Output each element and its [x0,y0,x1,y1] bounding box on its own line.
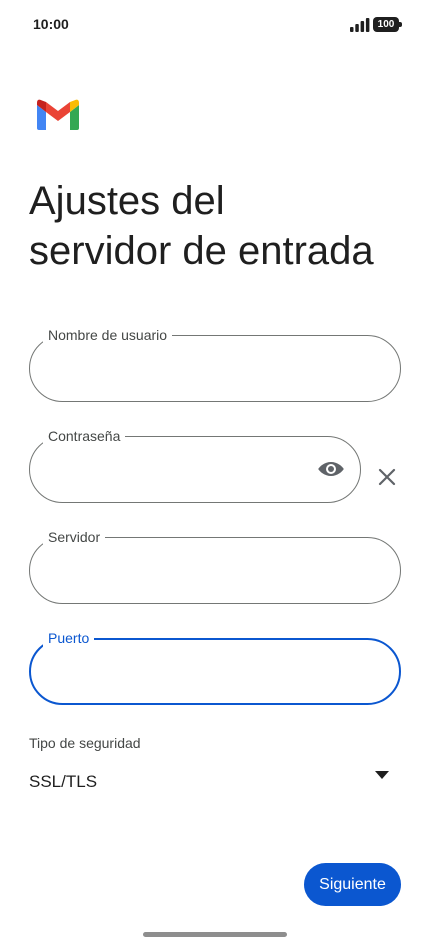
next-button[interactable]: Siguiente [304,863,401,906]
port-label: Puerto [43,629,95,647]
username-input[interactable] [48,354,328,382]
port-input[interactable] [49,658,329,686]
gmail-logo [37,99,79,130]
server-input[interactable] [48,556,328,584]
home-indicator[interactable] [143,932,287,937]
status-bar: 10:00 100 [0,0,430,50]
port-field[interactable]: Puerto [29,629,401,705]
page-title: Ajustes del servidor de entrada [29,176,414,276]
server-field[interactable]: Servidor [29,528,401,604]
battery-level: 100 [377,19,395,30]
username-label: Nombre de usuario [43,326,173,344]
page-title-line-2: servidor de entrada [29,229,374,273]
password-label: Contraseña [43,427,126,445]
security-type-dropdown[interactable]: SSL/TLS [29,764,401,800]
battery-icon: 100 [373,17,403,32]
username-field[interactable]: Nombre de usuario [29,326,401,402]
password-field[interactable]: Contraseña [29,427,361,503]
security-type-label: Tipo de seguridad [29,735,141,751]
status-time: 10:00 [33,16,69,32]
page-title-line-1: Ajustes del [29,179,225,223]
clear-icon[interactable] [376,466,398,488]
signal-icon [350,18,370,32]
eye-icon[interactable] [317,457,345,481]
dropdown-icon[interactable] [375,770,389,780]
server-label: Servidor [43,528,106,546]
password-input[interactable] [48,455,328,483]
security-type-value: SSL/TLS [29,772,98,791]
